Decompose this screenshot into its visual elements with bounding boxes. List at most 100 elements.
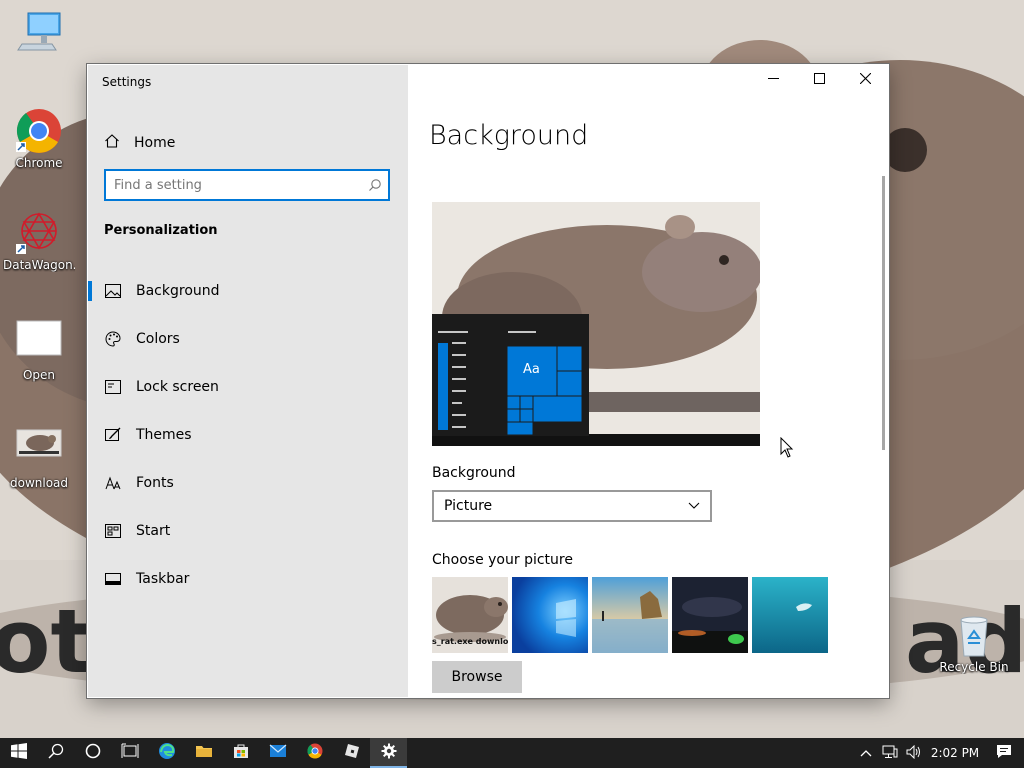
themes-icon <box>104 426 122 444</box>
minimize-button[interactable] <box>750 64 796 96</box>
picture-thumb-caption: s_rat.exe downlo <box>432 637 508 646</box>
background-dropdown[interactable]: Picture <box>432 490 712 522</box>
taskbar-clock[interactable]: 2:02 PM <box>926 746 984 760</box>
task-view-icon <box>121 743 139 763</box>
taskbar-store[interactable] <box>222 738 259 768</box>
picture-thumb-underwater[interactable] <box>752 577 828 653</box>
chrome-icon <box>16 108 62 154</box>
start-button[interactable] <box>0 738 37 768</box>
maximize-icon <box>813 72 825 88</box>
desktop-icon-recycle-bin[interactable]: Recycle Bin <box>938 612 1010 674</box>
nav-item-label: Lock screen <box>136 379 219 395</box>
image-file-icon <box>16 428 62 474</box>
mail-icon <box>269 744 287 762</box>
nav-item-label: Fonts <box>136 475 174 491</box>
picture-thumb-rat[interactable]: s_rat.exe downlo <box>432 577 508 653</box>
desktop-icon-chrome[interactable]: Chrome <box>3 108 75 170</box>
gear-icon <box>381 743 397 763</box>
close-icon <box>859 72 871 88</box>
preview-image <box>432 202 760 446</box>
picture-icon <box>104 282 122 300</box>
picture-thumb-windows[interactable] <box>512 577 588 653</box>
taskbar-chrome[interactable] <box>296 738 333 768</box>
nav-item-fonts[interactable]: Fonts <box>88 459 408 507</box>
desktop-icon-label: download <box>9 476 69 490</box>
folder-icon <box>195 743 213 763</box>
taskbar-file-explorer[interactable] <box>185 738 222 768</box>
background-label: Background <box>432 465 516 481</box>
picture-thumbnails: s_rat.exe downlo <box>432 577 828 653</box>
datawagon-icon <box>16 210 62 256</box>
nav-item-label: Colors <box>136 331 180 347</box>
search-icon <box>47 743 64 763</box>
desktop-icon-label: DataWagon... <box>3 258 75 272</box>
search-taskbar-button[interactable] <box>37 738 74 768</box>
background-dropdown-value: Picture <box>444 498 493 514</box>
nav-item-themes[interactable]: Themes <box>88 411 408 459</box>
system-tray: 2:02 PM <box>854 738 1024 768</box>
taskbar-roblox[interactable] <box>333 738 370 768</box>
desktop-icon-label: Chrome <box>15 156 63 170</box>
choose-picture-label: Choose your picture <box>432 552 573 568</box>
close-button[interactable] <box>842 64 888 96</box>
desktop-icon-label: Open <box>22 368 56 382</box>
nav-list: Background Colors Lock screen Themes Fon… <box>88 267 408 603</box>
speaker-icon <box>906 744 922 762</box>
nav-item-lock-screen[interactable]: Lock screen <box>88 363 408 411</box>
windows-logo-icon <box>10 743 27 763</box>
taskbar-settings[interactable] <box>370 738 407 768</box>
action-center-button[interactable] <box>984 738 1024 768</box>
blank-file-icon <box>16 320 62 366</box>
nav-item-colors[interactable]: Colors <box>88 315 408 363</box>
nav-home[interactable]: Home <box>104 129 175 157</box>
search-box <box>104 169 390 201</box>
nav-item-background[interactable]: Background <box>88 267 408 315</box>
nav-item-label: Start <box>136 523 171 539</box>
content-pane: Background Aa Background Picture Choose … <box>409 96 887 696</box>
nav-item-start[interactable]: Start <box>88 507 408 555</box>
roblox-icon <box>344 743 360 763</box>
page-title: Background <box>429 120 589 151</box>
window-title: Settings <box>102 75 152 89</box>
taskbar: 2:02 PM <box>0 738 1024 768</box>
taskbar-mail[interactable] <box>259 738 296 768</box>
preview-tile-label: Aa <box>523 362 540 377</box>
picture-thumb-night[interactable] <box>672 577 748 653</box>
browse-button[interactable]: Browse <box>432 661 522 693</box>
network-icon <box>882 745 898 762</box>
cortana-button[interactable] <box>74 738 111 768</box>
chrome-icon <box>306 743 323 763</box>
taskbar-edge[interactable] <box>148 738 185 768</box>
search-input[interactable] <box>106 171 362 199</box>
nav-item-label: Background <box>136 283 220 299</box>
section-title: Personalization <box>104 223 218 238</box>
task-view-button[interactable] <box>111 738 148 768</box>
nav-item-label: Themes <box>136 427 192 443</box>
nav-item-taskbar[interactable]: Taskbar <box>88 555 408 603</box>
computer-icon <box>16 10 62 56</box>
desktop-icon-download[interactable]: download <box>3 428 75 490</box>
chevron-down-icon <box>688 498 700 514</box>
maximize-button[interactable] <box>796 64 842 96</box>
recycle-bin-icon <box>951 612 997 658</box>
fonts-icon <box>104 474 122 492</box>
navigation-pane: Settings Home Personalization Background <box>88 65 408 697</box>
chevron-up-icon <box>860 746 872 760</box>
notification-icon <box>996 744 1012 762</box>
search-icon[interactable] <box>362 178 388 192</box>
desktop-icon-this-pc[interactable] <box>3 10 75 58</box>
palette-icon <box>104 330 122 348</box>
start-icon <box>104 522 122 540</box>
picture-thumb-beach[interactable] <box>592 577 668 653</box>
desktop-icon-open[interactable]: Open <box>3 320 75 382</box>
background-preview: Aa <box>432 202 760 446</box>
content-scrollbar[interactable] <box>882 176 885 450</box>
show-hidden-icons-button[interactable] <box>854 738 878 768</box>
cortana-circle-icon <box>85 743 101 763</box>
volume-button[interactable] <box>902 738 926 768</box>
desktop-icon-datawagon[interactable]: DataWagon... <box>3 210 75 272</box>
lock-screen-icon <box>104 378 122 396</box>
network-button[interactable] <box>878 738 902 768</box>
mouse-cursor-icon <box>780 436 794 463</box>
desktop-icon-label: Recycle Bin <box>939 660 1009 674</box>
